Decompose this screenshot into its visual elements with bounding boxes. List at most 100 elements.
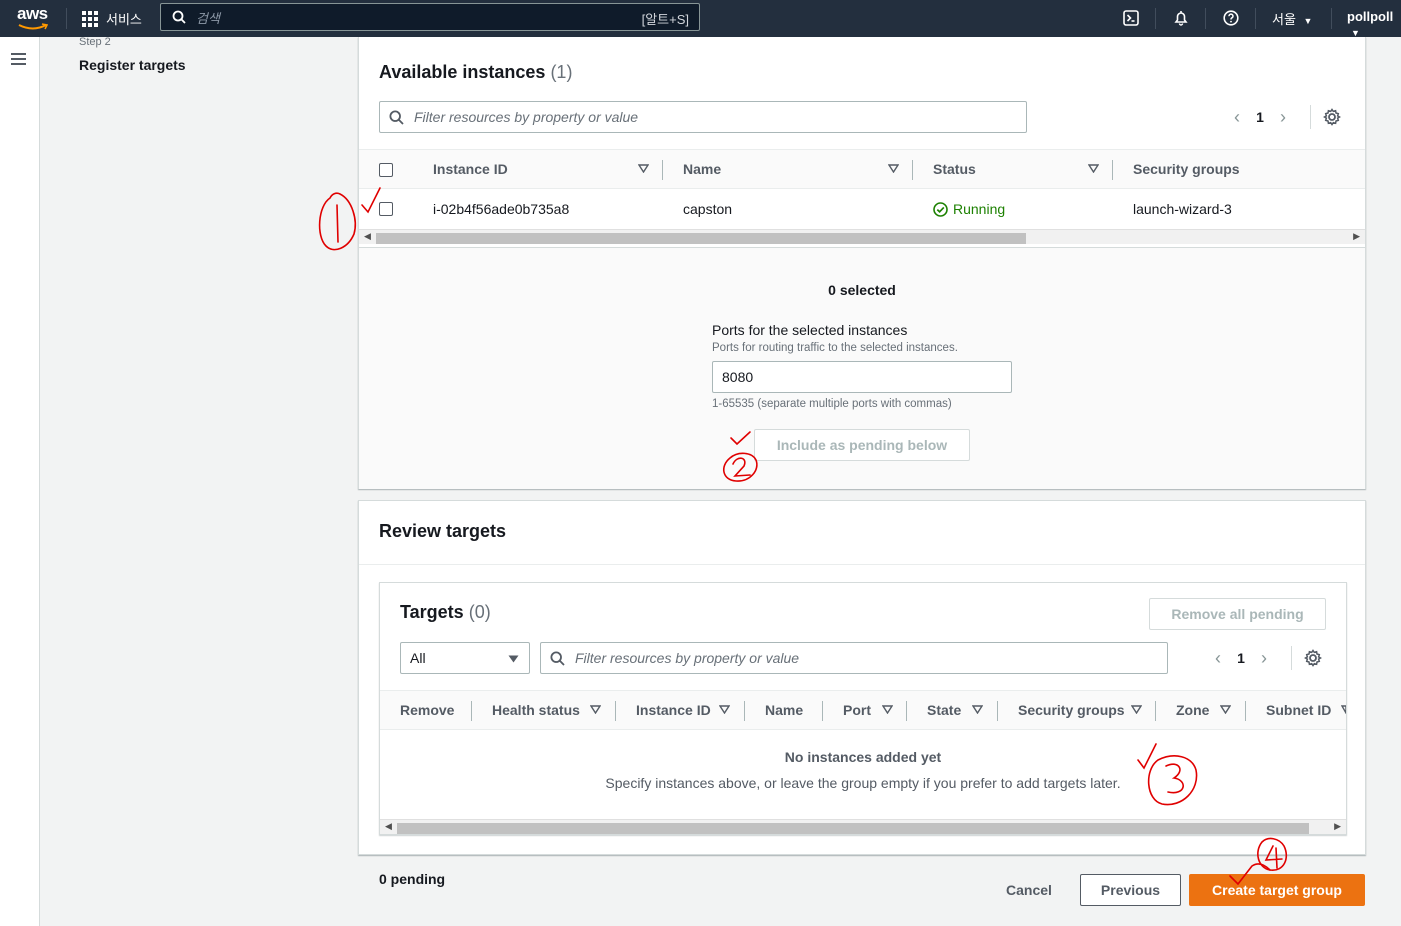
targets-horizontal-scrollbar[interactable]: ◀ ▶ — [380, 819, 1346, 834]
chevron-right-icon[interactable]: › — [1275, 107, 1291, 127]
col-instance-id[interactable]: Instance ID — [636, 702, 711, 718]
search-icon — [550, 650, 565, 666]
targets-filter-placeholder: Filter resources by property or value — [575, 650, 800, 666]
aws-logo[interactable]: aws — [16, 3, 52, 33]
targets-heading: Targets (0) — [400, 602, 491, 623]
col-security-groups[interactable]: Security groups — [1133, 161, 1240, 177]
instances-table-header: Instance ID Name Status Security groups — [359, 149, 1365, 189]
instances-filter-input[interactable]: Filter resources by property or value — [379, 101, 1027, 133]
hamburger-menu-icon[interactable] — [11, 53, 26, 68]
gear-icon[interactable] — [1322, 107, 1342, 127]
cell-instance-id: i-02b4f56ade0b735a8 — [433, 201, 570, 217]
row-checkbox[interactable] — [379, 202, 393, 216]
table-row[interactable]: i-02b4f56ade0b735a8 capston Running laun… — [359, 189, 1365, 229]
region-selector[interactable]: 서울 ▼ — [1272, 9, 1312, 28]
sort-caret-icon[interactable] — [1341, 705, 1346, 714]
side-nav-strip — [0, 37, 40, 926]
caret-down-icon — [508, 655, 519, 663]
sort-caret-icon[interactable] — [719, 705, 730, 714]
column-separator[interactable] — [906, 701, 907, 721]
targets-filter-select[interactable]: All — [400, 642, 530, 674]
select-all-checkbox[interactable] — [379, 163, 393, 177]
column-separator[interactable] — [471, 701, 472, 721]
scroll-right-arrow-icon[interactable]: ▶ — [1353, 231, 1360, 242]
account-label: pollpoll — [1347, 9, 1394, 24]
chevron-right-icon[interactable]: › — [1256, 648, 1272, 668]
column-separator[interactable] — [1155, 701, 1156, 721]
instances-horizontal-scrollbar[interactable]: ◀ ▶ — [359, 229, 1365, 244]
col-instance-id[interactable]: Instance ID — [433, 161, 508, 177]
ports-hint: 1-65535 (separate multiple ports with co… — [712, 398, 952, 410]
sort-caret-icon[interactable] — [638, 164, 649, 173]
sort-caret-icon[interactable] — [1220, 705, 1231, 714]
chevron-left-icon[interactable]: ‹ — [1229, 107, 1245, 127]
sort-caret-icon[interactable] — [1131, 705, 1142, 714]
col-zone[interactable]: Zone — [1176, 702, 1209, 718]
column-separator[interactable] — [1112, 160, 1113, 180]
global-search-input[interactable]: 검색 [알트+S] — [160, 3, 700, 31]
col-status[interactable]: Status — [933, 161, 976, 177]
annotation-circle-1 — [318, 192, 356, 251]
instances-page-number[interactable]: 1 — [1245, 109, 1275, 125]
col-health-status[interactable]: Health status — [492, 702, 580, 718]
services-menu[interactable]: 서비스 — [82, 0, 142, 37]
nav-divider — [66, 8, 67, 29]
divider — [359, 564, 1365, 565]
targets-container: Targets (0) Remove all pending All Filte… — [379, 582, 1347, 835]
available-instances-count: (1) — [550, 62, 573, 82]
chevron-left-icon[interactable]: ‹ — [1210, 648, 1226, 668]
col-state[interactable]: State — [927, 702, 961, 718]
col-port[interactable]: Port — [843, 702, 871, 718]
column-separator[interactable] — [744, 701, 745, 721]
divider — [1310, 105, 1311, 129]
aws-logo-text: aws — [17, 4, 48, 23]
sort-caret-icon[interactable] — [972, 705, 983, 714]
column-separator[interactable] — [615, 701, 616, 721]
sort-caret-icon[interactable] — [1088, 164, 1099, 173]
nav-divider — [1205, 8, 1206, 29]
status-success-icon — [933, 201, 948, 217]
sort-caret-icon[interactable] — [882, 705, 893, 714]
sort-caret-icon[interactable] — [590, 705, 601, 714]
previous-button[interactable]: Previous — [1080, 874, 1181, 906]
column-separator[interactable] — [912, 160, 913, 180]
column-separator[interactable] — [1245, 701, 1246, 721]
account-menu[interactable]: pollpoll ▼ — [1347, 9, 1401, 39]
help-icon[interactable] — [1220, 7, 1242, 29]
scrollbar-thumb[interactable] — [376, 233, 1026, 244]
sort-caret-icon[interactable] — [888, 164, 899, 173]
scroll-right-arrow-icon[interactable]: ▶ — [1334, 821, 1341, 832]
divider — [1291, 646, 1292, 670]
scrollbar-thumb[interactable] — [397, 823, 1309, 834]
bell-icon[interactable] — [1170, 7, 1192, 29]
column-separator[interactable] — [997, 701, 998, 721]
cell-name: capston — [683, 201, 733, 217]
review-targets-title: Review targets — [379, 521, 507, 541]
column-separator[interactable] — [822, 701, 823, 721]
cloudshell-icon[interactable] — [1120, 7, 1142, 29]
col-security-groups[interactable]: Security groups — [1018, 702, 1125, 718]
targets-count: (0) — [468, 602, 491, 622]
include-as-pending-button[interactable]: Include as pending below — [754, 429, 970, 461]
scroll-left-arrow-icon[interactable]: ◀ — [364, 231, 371, 242]
step-label[interactable]: Step 2 — [79, 36, 111, 48]
gear-icon[interactable] — [1303, 648, 1323, 668]
col-name[interactable]: Name — [683, 161, 721, 177]
register-ports-section: 0 selected Ports for the selected instan… — [359, 247, 1365, 489]
nav-divider — [1155, 8, 1156, 29]
nav-divider — [1255, 8, 1256, 29]
ports-input[interactable]: 8080 — [712, 361, 1012, 393]
search-placeholder: 검색 — [196, 10, 220, 26]
col-subnet-id[interactable]: Subnet ID — [1266, 702, 1331, 718]
scroll-left-arrow-icon[interactable]: ◀ — [385, 821, 392, 832]
remove-all-pending-button[interactable]: Remove all pending — [1149, 598, 1326, 630]
cancel-button[interactable]: Cancel — [1006, 882, 1052, 898]
column-separator[interactable] — [662, 160, 663, 180]
ports-description: Ports for routing traffic to the selecte… — [712, 342, 958, 354]
targets-page-number[interactable]: 1 — [1226, 650, 1256, 666]
col-name[interactable]: Name — [765, 702, 803, 718]
search-icon — [172, 10, 186, 24]
create-target-group-button[interactable]: Create target group — [1189, 874, 1365, 906]
caret-down-icon: ▼ — [1303, 16, 1313, 26]
targets-filter-input[interactable]: Filter resources by property or value — [540, 642, 1168, 674]
